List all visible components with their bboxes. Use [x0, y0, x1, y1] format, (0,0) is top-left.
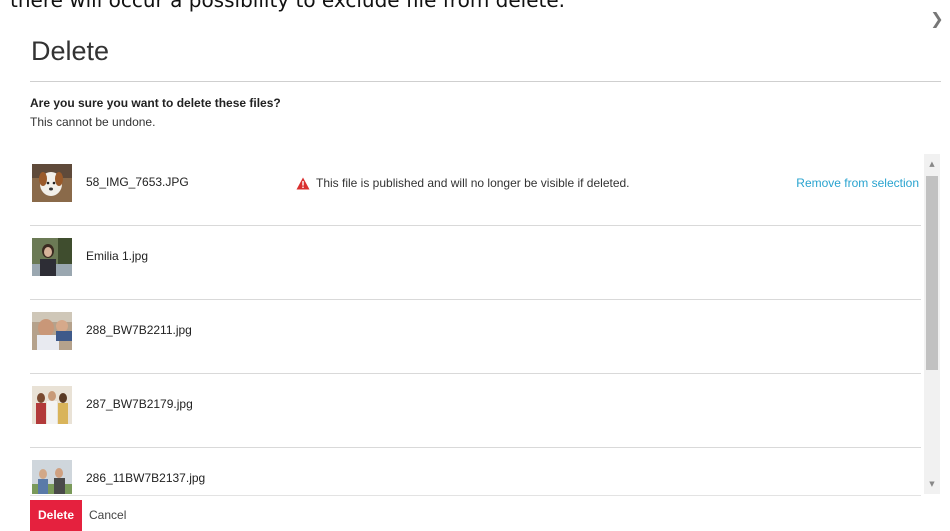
delete-button[interactable]: Delete: [30, 500, 82, 531]
warning-text: This file is published and will no longe…: [316, 176, 630, 190]
published-warning: This file is published and will no longe…: [296, 176, 630, 190]
footer-divider: [30, 495, 921, 496]
file-name: Emilia 1.jpg: [86, 249, 149, 263]
remove-from-selection-link[interactable]: Remove from selection: [796, 176, 919, 190]
file-row: 58_IMG_7653.JPG This file is published a…: [30, 152, 921, 226]
file-thumbnail: [32, 238, 72, 276]
scroll-down-icon[interactable]: ▼: [924, 476, 940, 492]
file-thumbnail: [32, 312, 72, 350]
close-icon[interactable]: ❯: [928, 10, 946, 28]
file-row: Emilia 1.jpg: [30, 226, 921, 300]
file-row: 288_BW7B2211.jpg: [30, 300, 921, 374]
file-thumbnail: [32, 460, 72, 494]
file-thumbnail: [32, 386, 72, 424]
title-divider: [30, 81, 941, 82]
file-name: 287_BW7B2179.jpg: [86, 397, 193, 411]
confirm-subtitle: This cannot be undone.: [30, 115, 156, 129]
file-thumbnail: [32, 164, 72, 202]
warning-triangle-icon: [296, 177, 310, 189]
file-name: 288_BW7B2211.jpg: [86, 323, 192, 337]
background-instruction-text: there will occur a possibility to exclud…: [10, 0, 566, 12]
file-list-scrollbar[interactable]: ▲ ▼: [924, 154, 940, 494]
file-name: 286_11BW7B2137.jpg: [86, 471, 206, 485]
file-row: 286_11BW7B2137.jpg: [30, 448, 921, 494]
dialog-title: Delete: [31, 36, 110, 66]
file-list: 58_IMG_7653.JPG This file is published a…: [30, 152, 921, 494]
confirm-question: Are you sure you want to delete these fi…: [30, 96, 281, 110]
scrollbar-thumb[interactable]: [926, 176, 938, 370]
cancel-button[interactable]: Cancel: [89, 500, 126, 531]
file-name: 58_IMG_7653.JPG: [86, 175, 189, 189]
file-row: 287_BW7B2179.jpg: [30, 374, 921, 448]
scroll-up-icon[interactable]: ▲: [924, 156, 940, 172]
